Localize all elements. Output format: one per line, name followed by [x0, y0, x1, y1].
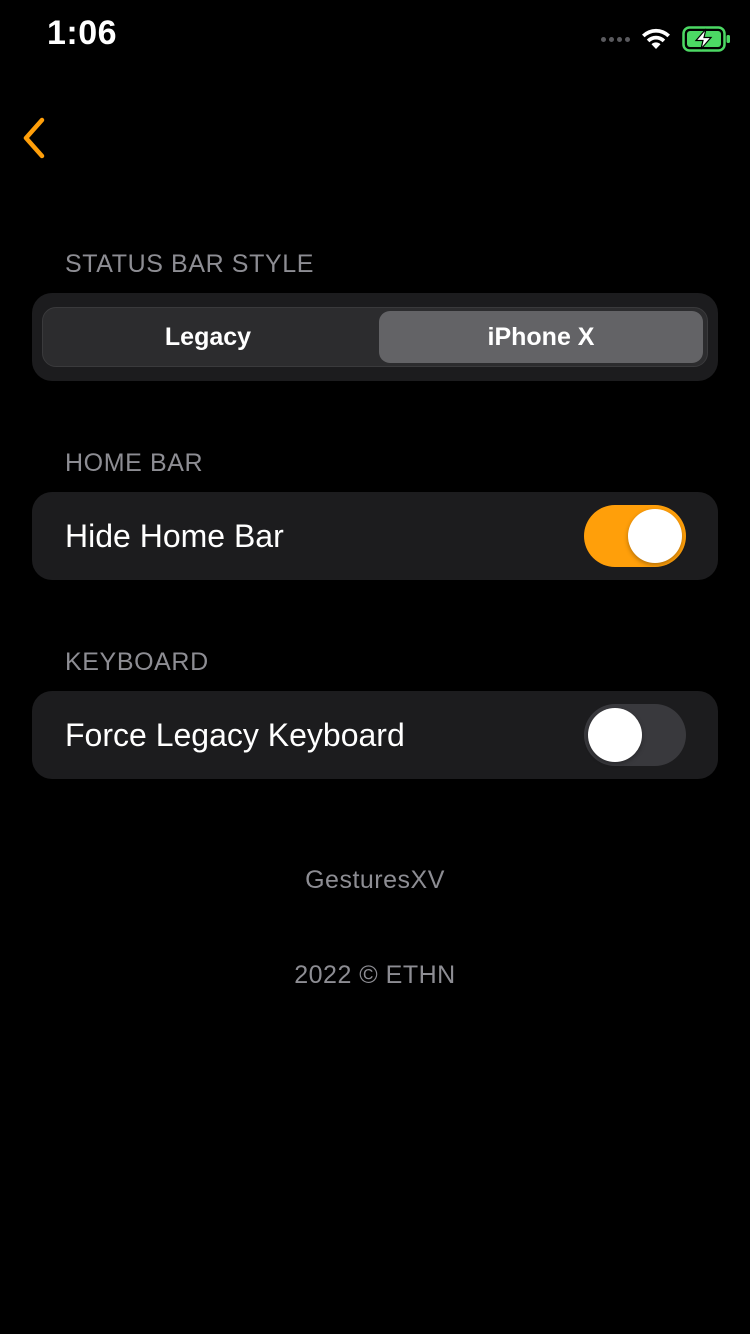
status-icons [601, 24, 732, 54]
status-bar-style-card: Legacy iPhone X [32, 293, 718, 381]
force-legacy-keyboard-toggle[interactable] [584, 704, 686, 766]
section-header-status-bar-style: STATUS BAR STYLE [65, 250, 315, 278]
segment-legacy[interactable]: Legacy [46, 311, 370, 363]
force-legacy-keyboard-label: Force Legacy Keyboard [65, 717, 405, 753]
hide-home-bar-toggle[interactable] [584, 505, 686, 567]
status-bar: 1:06 [0, 0, 750, 80]
chevron-left-icon [20, 116, 48, 165]
back-button[interactable] [12, 112, 56, 168]
signal-dots-icon [601, 36, 630, 42]
wifi-icon [640, 27, 672, 51]
segment-iphone-x[interactable]: iPhone X [379, 311, 703, 363]
keyboard-card: Force Legacy Keyboard [32, 691, 718, 779]
hide-home-bar-label: Hide Home Bar [65, 518, 284, 554]
status-bar-style-segmented-control: Legacy iPhone X [42, 307, 708, 367]
toggle-knob [588, 708, 642, 762]
section-header-keyboard: KEYBOARD [65, 648, 209, 676]
footer-app-name: GesturesXV [305, 866, 445, 894]
section-header-home-bar: HOME BAR [65, 449, 204, 477]
toggle-knob [628, 509, 682, 563]
battery-charging-icon [682, 26, 732, 52]
status-time: 1:06 [47, 14, 118, 52]
home-bar-card: Hide Home Bar [32, 492, 718, 580]
footer-copyright: 2022 © ETHN [294, 961, 456, 989]
